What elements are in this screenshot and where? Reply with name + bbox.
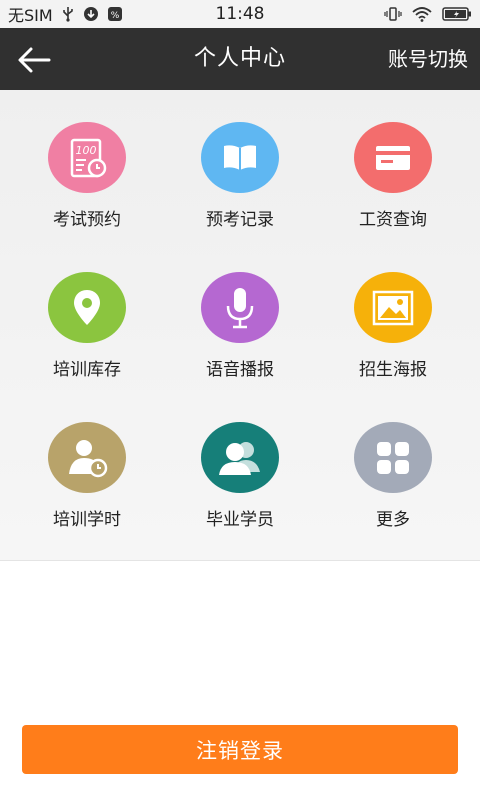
grid-item-voice-broadcast[interactable]: 语音播报 bbox=[165, 240, 315, 380]
grid-item-training-stock[interactable]: 培训库存 bbox=[12, 240, 162, 380]
grid-item-pre-exam-records[interactable]: 预考记录 bbox=[165, 90, 315, 230]
location-pin-icon bbox=[48, 272, 126, 343]
usb-icon bbox=[61, 6, 75, 22]
feature-grid: 100 考试预约 预考记录 工资查询 培训库存 语音播报 招生海报 培训学时 毕… bbox=[0, 90, 480, 561]
battery-icon bbox=[442, 6, 472, 22]
grid-item-graduates[interactable]: 毕业学员 bbox=[165, 390, 315, 530]
grid-item-label: 招生海报 bbox=[359, 360, 427, 380]
grid-item-exam-booking[interactable]: 100 考试预约 bbox=[12, 90, 162, 230]
grid-item-label: 语音播报 bbox=[206, 360, 274, 380]
grid-item-more[interactable]: 更多 bbox=[318, 390, 468, 530]
open-book-icon bbox=[201, 122, 279, 193]
grid-item-training-hours[interactable]: 培训学时 bbox=[12, 390, 162, 530]
status-bar: 无SIM % 11:48 bbox=[0, 0, 480, 28]
exam-score-icon: 100 bbox=[48, 122, 126, 193]
card-icon bbox=[354, 122, 432, 193]
carrier-label: 无SIM bbox=[8, 6, 53, 25]
svg-text:100: 100 bbox=[76, 144, 97, 157]
svg-text:%: % bbox=[110, 11, 119, 21]
grid-item-label: 毕业学员 bbox=[206, 510, 274, 530]
vibrate-icon bbox=[384, 6, 402, 22]
nav-bar: 个人中心 账号切换 bbox=[0, 28, 480, 90]
wifi-icon bbox=[412, 6, 432, 22]
grid-item-recruit-poster[interactable]: 招生海报 bbox=[318, 240, 468, 380]
person-clock-icon bbox=[48, 422, 126, 493]
grid-item-label: 更多 bbox=[376, 510, 410, 530]
download-icon bbox=[83, 6, 99, 22]
grid-item-label: 工资查询 bbox=[359, 210, 427, 230]
grid-item-salary-query[interactable]: 工资查询 bbox=[318, 90, 468, 230]
users-icon bbox=[201, 422, 279, 493]
grid-item-label: 培训库存 bbox=[53, 360, 121, 380]
settings-badge-icon: % bbox=[107, 6, 123, 22]
switch-account-button[interactable]: 账号切换 bbox=[388, 28, 468, 90]
microphone-icon bbox=[201, 272, 279, 343]
grid-item-label: 培训学时 bbox=[53, 510, 121, 530]
grid-item-label: 考试预约 bbox=[53, 210, 121, 230]
grid-item-label: 预考记录 bbox=[206, 210, 274, 230]
logout-button[interactable]: 注销登录 bbox=[22, 725, 458, 774]
more-grid-icon bbox=[354, 422, 432, 493]
poster-image-icon bbox=[354, 272, 432, 343]
